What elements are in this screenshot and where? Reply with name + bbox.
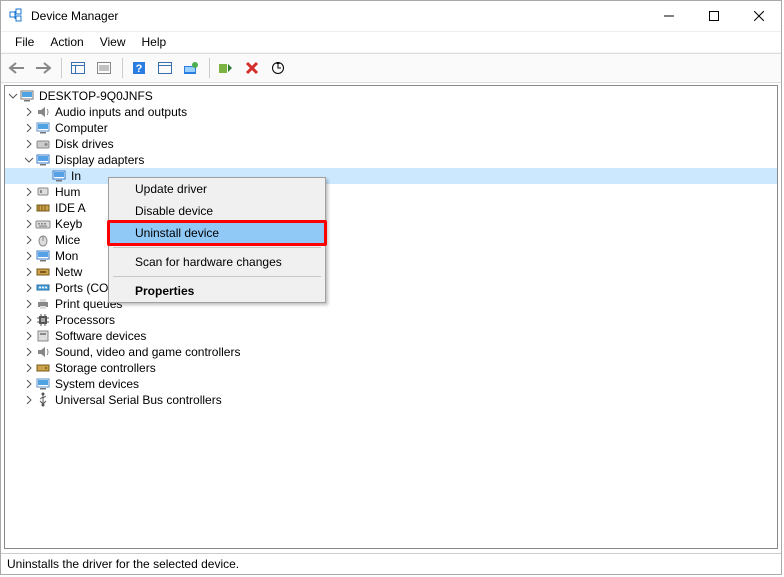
software-devices-icon <box>35 328 51 344</box>
network-icon <box>35 264 51 280</box>
menu-help[interactable]: Help <box>134 33 175 51</box>
device-tree[interactable]: DESKTOP-9Q0JNFS Audio inputs and outputs… <box>5 86 777 548</box>
chevron-right-icon[interactable] <box>23 184 35 200</box>
chevron-right-icon[interactable] <box>23 312 35 328</box>
display-adapter-icon <box>35 152 51 168</box>
disk-icon <box>35 136 51 152</box>
chevron-right-icon[interactable] <box>23 248 35 264</box>
chevron-right-icon[interactable] <box>23 376 35 392</box>
tree-item[interactable]: Software devices <box>5 328 777 344</box>
chevron-right-icon[interactable] <box>23 216 35 232</box>
minimize-button[interactable] <box>646 1 691 31</box>
action-button[interactable] <box>153 57 177 79</box>
chevron-right-icon[interactable] <box>23 360 35 376</box>
chevron-down-icon[interactable] <box>7 88 19 104</box>
ide-icon <box>35 200 51 216</box>
chevron-right-icon[interactable] <box>23 136 35 152</box>
ctx-disable-device[interactable]: Disable device <box>109 200 325 222</box>
main-panel: DESKTOP-9Q0JNFS Audio inputs and outputs… <box>4 85 778 549</box>
tree-item[interactable]: Processors <box>5 312 777 328</box>
cpu-icon <box>35 312 51 328</box>
tree-item[interactable]: Universal Serial Bus controllers <box>5 392 777 408</box>
menu-file[interactable]: File <box>7 33 42 51</box>
chevron-right-icon[interactable] <box>23 328 35 344</box>
forward-button[interactable] <box>31 57 55 79</box>
printer-icon <box>35 296 51 312</box>
maximize-button[interactable] <box>691 1 736 31</box>
update-driver-button[interactable] <box>179 57 203 79</box>
ctx-uninstall-device[interactable]: Uninstall device <box>109 222 325 244</box>
back-button[interactable] <box>5 57 29 79</box>
tree-item[interactable]: Storage controllers <box>5 360 777 376</box>
chevron-right-icon[interactable] <box>23 264 35 280</box>
tree-root[interactable]: DESKTOP-9Q0JNFS <box>5 88 777 104</box>
storage-icon <box>35 360 51 376</box>
chevron-right-icon[interactable] <box>23 120 35 136</box>
close-button[interactable] <box>736 1 781 31</box>
tree-item[interactable]: Audio inputs and outputs <box>5 104 777 120</box>
properties-button[interactable] <box>92 57 116 79</box>
chevron-right-icon[interactable] <box>23 232 35 248</box>
ctx-properties[interactable]: Properties <box>109 280 325 302</box>
status-text: Uninstalls the driver for the selected d… <box>7 557 239 571</box>
app-icon <box>9 8 25 24</box>
menu-action[interactable]: Action <box>42 33 91 51</box>
system-devices-icon <box>35 376 51 392</box>
window-buttons <box>646 1 781 31</box>
ctx-update-driver[interactable]: Update driver <box>109 178 325 200</box>
menu-bar: File Action View Help <box>1 32 781 53</box>
help-button[interactable]: ? <box>127 57 151 79</box>
chevron-right-icon[interactable] <box>23 296 35 312</box>
uninstall-button[interactable] <box>240 57 264 79</box>
no-chevron: · <box>39 168 51 184</box>
titlebar: Device Manager <box>1 1 781 32</box>
device-manager-window: Device Manager File Action View Help <box>0 0 782 575</box>
audio-icon <box>35 104 51 120</box>
show-hide-tree-button[interactable] <box>66 57 90 79</box>
hid-icon <box>35 184 51 200</box>
monitor-icon <box>35 248 51 264</box>
window-title: Device Manager <box>31 9 646 23</box>
display-adapter-icon <box>51 168 67 184</box>
tree-item[interactable]: Sound, video and game controllers <box>5 344 777 360</box>
chevron-right-icon[interactable] <box>23 104 35 120</box>
computer-icon <box>19 88 35 104</box>
usb-icon <box>35 392 51 408</box>
chevron-down-icon[interactable] <box>23 152 35 168</box>
tree-root-label: DESKTOP-9Q0JNFS <box>39 88 153 104</box>
tree-item[interactable]: System devices <box>5 376 777 392</box>
chevron-right-icon[interactable] <box>23 200 35 216</box>
chevron-right-icon[interactable] <box>23 280 35 296</box>
ctx-separator <box>113 247 321 248</box>
status-bar-wrap: Uninstalls the driver for the selected d… <box>1 553 781 574</box>
keyboard-icon <box>35 216 51 232</box>
tree-item[interactable]: Disk drives <box>5 136 777 152</box>
scan-hardware-button[interactable] <box>266 57 290 79</box>
chevron-right-icon[interactable] <box>23 344 35 360</box>
toolbar: ? <box>1 53 781 83</box>
chevron-right-icon[interactable] <box>23 392 35 408</box>
sound-icon <box>35 344 51 360</box>
context-menu: Update driver Disable device Uninstall d… <box>108 177 326 303</box>
svg-text:?: ? <box>136 63 143 75</box>
mouse-icon <box>35 232 51 248</box>
menu-view[interactable]: View <box>92 33 134 51</box>
ports-icon <box>35 280 51 296</box>
ctx-separator <box>113 276 321 277</box>
tree-item-display-adapters[interactable]: Display adapters <box>5 152 777 168</box>
enable-device-button[interactable] <box>214 57 238 79</box>
status-bar: Uninstalls the driver for the selected d… <box>1 554 781 574</box>
tree-item[interactable]: Computer <box>5 120 777 136</box>
ctx-scan-hardware[interactable]: Scan for hardware changes <box>109 251 325 273</box>
computer-icon <box>35 120 51 136</box>
